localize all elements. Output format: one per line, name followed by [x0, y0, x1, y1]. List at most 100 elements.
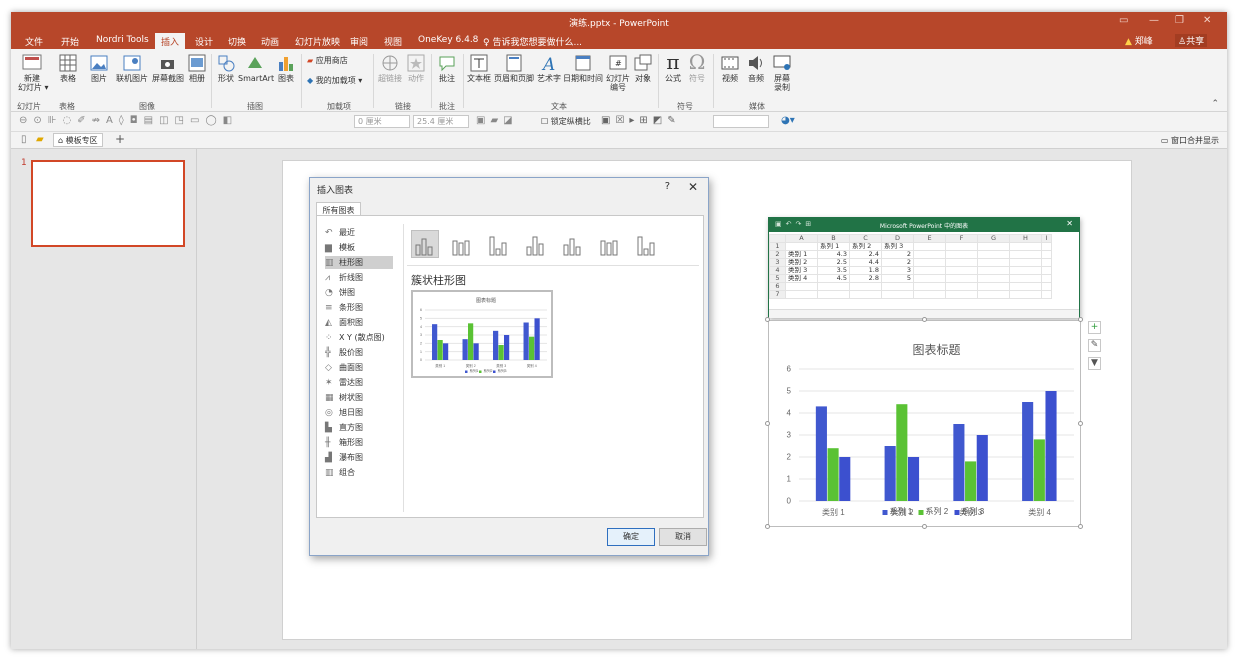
picture-button[interactable]: 图片	[89, 54, 109, 83]
chart-category-item[interactable]: ◇ 曲面图	[325, 361, 393, 374]
excel-cell[interactable]: 类别 3	[785, 266, 818, 275]
excel-cell[interactable]: 类别 4	[785, 274, 818, 283]
excel-cell[interactable]	[849, 290, 882, 299]
excel-cell[interactable]	[1009, 282, 1042, 291]
chart-category-item[interactable]: ◭ 面积图	[325, 316, 393, 329]
column-subtype-icon[interactable]	[411, 230, 439, 258]
excel-cell[interactable]	[817, 290, 850, 299]
chart-button[interactable]: 图表	[275, 54, 297, 83]
excel-cell[interactable]	[1009, 242, 1042, 251]
excel-column-header[interactable]: C	[849, 234, 882, 243]
toolbar-icons-right[interactable]: ▣☒▸⊞◩✎	[601, 115, 681, 126]
store-button[interactable]: ▰ 应用商店	[307, 56, 348, 65]
excel-cell[interactable]: 2.4	[849, 250, 882, 259]
excel-cell[interactable]: 2	[881, 250, 914, 259]
column-subtype-icon[interactable]	[522, 230, 550, 258]
excel-cell[interactable]	[977, 258, 1010, 267]
symbol-button[interactable]: Ω 符号	[687, 52, 707, 83]
excel-column-header[interactable]: D	[881, 234, 914, 243]
excel-cell[interactable]	[913, 290, 946, 299]
header-footer-button[interactable]: 页眉和页脚	[493, 54, 535, 83]
excel-cell[interactable]	[1041, 258, 1052, 267]
tab-home[interactable]: 开始	[61, 35, 79, 48]
excel-cell[interactable]: 系列 1	[817, 242, 850, 251]
excel-cell[interactable]	[785, 290, 818, 299]
column-subtype-icon[interactable]	[633, 230, 661, 258]
cancel-button[interactable]: 取消	[659, 528, 707, 546]
user-account[interactable]: ▲ 郑峰	[1125, 34, 1153, 47]
tab-slideshow[interactable]: 幻灯片放映	[295, 35, 340, 48]
ok-button[interactable]: 确定	[607, 528, 655, 546]
excel-cell[interactable]	[1009, 274, 1042, 283]
excel-row-header[interactable]: 5	[769, 274, 786, 283]
excel-cell[interactable]	[1041, 266, 1052, 275]
excel-cell[interactable]	[945, 258, 978, 267]
excel-cell[interactable]	[913, 250, 946, 259]
column-subtype-icon[interactable]	[485, 230, 513, 258]
chart-category-item[interactable]: ◎ 旭日图	[325, 406, 393, 419]
excel-cell[interactable]	[977, 250, 1010, 259]
excel-cell[interactable]	[977, 282, 1010, 291]
equation-button[interactable]: π 公式	[663, 52, 683, 83]
chart-preview[interactable]: 图表标题 0 1 2 3 4 5 6 类别 1 类别 2 类别 3 类别 4 系列1 系列2 系列3	[411, 290, 553, 378]
chart-category-item[interactable]: ▆ 模板	[325, 241, 393, 254]
folder-icon[interactable]: ▰	[36, 134, 44, 145]
excel-column-header[interactable]: A	[785, 234, 818, 243]
new-slide-button[interactable]: 新建 幻灯片 ▾	[18, 54, 49, 92]
tab-review[interactable]: 审阅	[350, 35, 368, 48]
excel-cell[interactable]	[977, 242, 1010, 251]
lock-ratio-checkbox[interactable]: ☐ 锁定纵横比	[541, 116, 591, 127]
template-tab[interactable]: ⌂ 模板专区	[53, 133, 103, 147]
tab-onekey[interactable]: OneKey 6.4.8	[418, 35, 478, 45]
audio-button[interactable]: 音频	[745, 54, 767, 83]
excel-row-header[interactable]: 4	[769, 266, 786, 275]
my-addins-button[interactable]: ◆ 我的加载项 ▾	[307, 76, 362, 85]
excel-cell[interactable]	[785, 282, 818, 291]
screenshot-button[interactable]: 屏幕截图	[151, 54, 185, 83]
screen-record-button[interactable]: 屏幕 录制	[771, 54, 793, 92]
color-picker-icon[interactable]: ◕▾	[781, 115, 795, 126]
excel-cell[interactable]	[945, 290, 978, 299]
add-tab-icon[interactable]: +	[115, 132, 125, 146]
ribbon-display-options-icon[interactable]: ▭	[1119, 15, 1128, 26]
toolbar-icons-left[interactable]: ⊖⊙⊪◌✐⇏A◊◘▤◫◳▭◯◧	[19, 115, 238, 126]
tell-me-box[interactable]: ♀ 告诉我您想要做什么...	[483, 35, 582, 48]
restore-icon[interactable]: ❐	[1175, 15, 1184, 26]
resize-handle[interactable]	[922, 317, 927, 322]
excel-column-header[interactable]: F	[945, 234, 978, 243]
excel-column-header[interactable]: E	[913, 234, 946, 243]
excel-cell[interactable]	[1041, 250, 1052, 259]
slide-number-button[interactable]: # 幻灯片 编号	[605, 54, 631, 92]
tab-view[interactable]: 视图	[384, 35, 402, 48]
excel-cell[interactable]: 4.5	[817, 274, 850, 283]
excel-cell[interactable]	[945, 282, 978, 291]
slide-thumbnail[interactable]	[31, 160, 185, 247]
chart-category-item[interactable]: ◔ 饼图	[325, 286, 393, 299]
chart-category-item[interactable]: ▟ 瀑布图	[325, 451, 393, 464]
excel-row-header[interactable]: 3	[769, 258, 786, 267]
column-subtype-icon[interactable]	[596, 230, 624, 258]
excel-row-header[interactable]: 7	[769, 290, 786, 299]
chart-elements-button[interactable]: +	[1088, 321, 1101, 334]
excel-row-header[interactable]: 1	[769, 242, 786, 251]
action-button[interactable]: 动作	[405, 54, 427, 83]
chart-category-item[interactable]: ⁘ X Y (散点图)	[325, 331, 393, 344]
excel-column-header[interactable]: I	[1041, 234, 1052, 243]
excel-cell[interactable]	[913, 258, 946, 267]
object-button[interactable]: 对象	[633, 54, 653, 83]
excel-column-header[interactable]: B	[817, 234, 850, 243]
excel-column-header[interactable]: G	[977, 234, 1010, 243]
help-button[interactable]: ?	[665, 181, 670, 192]
chart-category-item[interactable]: ╫ 箱形图	[325, 436, 393, 449]
excel-row-header[interactable]: 6	[769, 282, 786, 291]
excel-grid[interactable]: A B C D E F G H I 1 系列 1 系列 2 系列 3 2 类别 1 4.3 2.4 2 3 类别 22…	[769, 234, 1052, 299]
chart-category-item[interactable]: ▙ 直方图	[325, 421, 393, 434]
tab-file[interactable]: 文件	[25, 35, 43, 48]
excel-cell[interactable]	[1009, 250, 1042, 259]
chart-styles-button[interactable]: ✎	[1088, 339, 1101, 352]
excel-column-header[interactable]: H	[1009, 234, 1042, 243]
excel-cell[interactable]	[913, 282, 946, 291]
tab-nordri-tools[interactable]: Nordri Tools	[96, 35, 149, 45]
excel-cell[interactable]: 2	[881, 258, 914, 267]
album-button[interactable]: 相册	[187, 54, 207, 83]
